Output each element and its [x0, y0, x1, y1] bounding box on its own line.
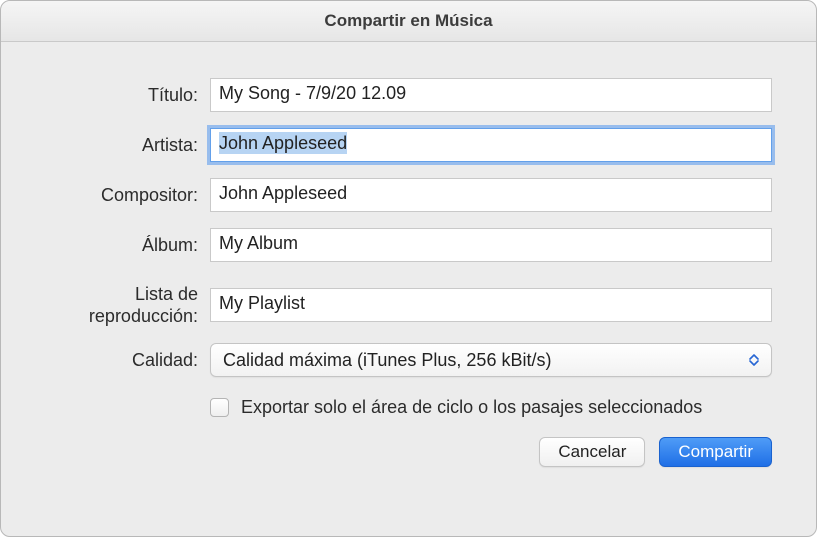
artist-input[interactable]: John Appleseed: [210, 128, 772, 162]
export-cycle-checkbox[interactable]: [210, 398, 229, 417]
share-button[interactable]: Compartir: [659, 437, 772, 467]
share-to-music-dialog: Compartir en Música Título: My Song - 7/…: [0, 0, 817, 537]
export-cycle-label: Exportar solo el área de ciclo o los pas…: [241, 395, 702, 419]
label-album: Álbum:: [45, 234, 210, 256]
label-quality: Calidad:: [45, 349, 210, 371]
cancel-button[interactable]: Cancelar: [539, 437, 645, 467]
label-title: Título:: [45, 84, 210, 106]
quality-select[interactable]: Calidad máxima (iTunes Plus, 256 kBit/s): [210, 343, 772, 377]
artist-input-selection: John Appleseed: [219, 132, 347, 154]
dialog-title: Compartir en Música: [1, 1, 816, 42]
composer-input[interactable]: John Appleseed: [210, 178, 772, 212]
album-input[interactable]: My Album: [210, 228, 772, 262]
label-artist: Artista:: [45, 134, 210, 156]
dialog-buttons: Cancelar Compartir: [45, 437, 772, 467]
quality-selected-value: Calidad máxima (iTunes Plus, 256 kBit/s): [223, 350, 551, 371]
dialog-body: Título: My Song - 7/9/20 12.09 Artista: …: [1, 42, 816, 536]
chevron-up-down-icon: [743, 348, 765, 372]
title-input[interactable]: My Song - 7/9/20 12.09: [210, 78, 772, 112]
playlist-input[interactable]: My Playlist: [210, 288, 772, 322]
label-playlist: Lista de reproducción:: [45, 278, 210, 327]
label-composer: Compositor:: [45, 184, 210, 206]
